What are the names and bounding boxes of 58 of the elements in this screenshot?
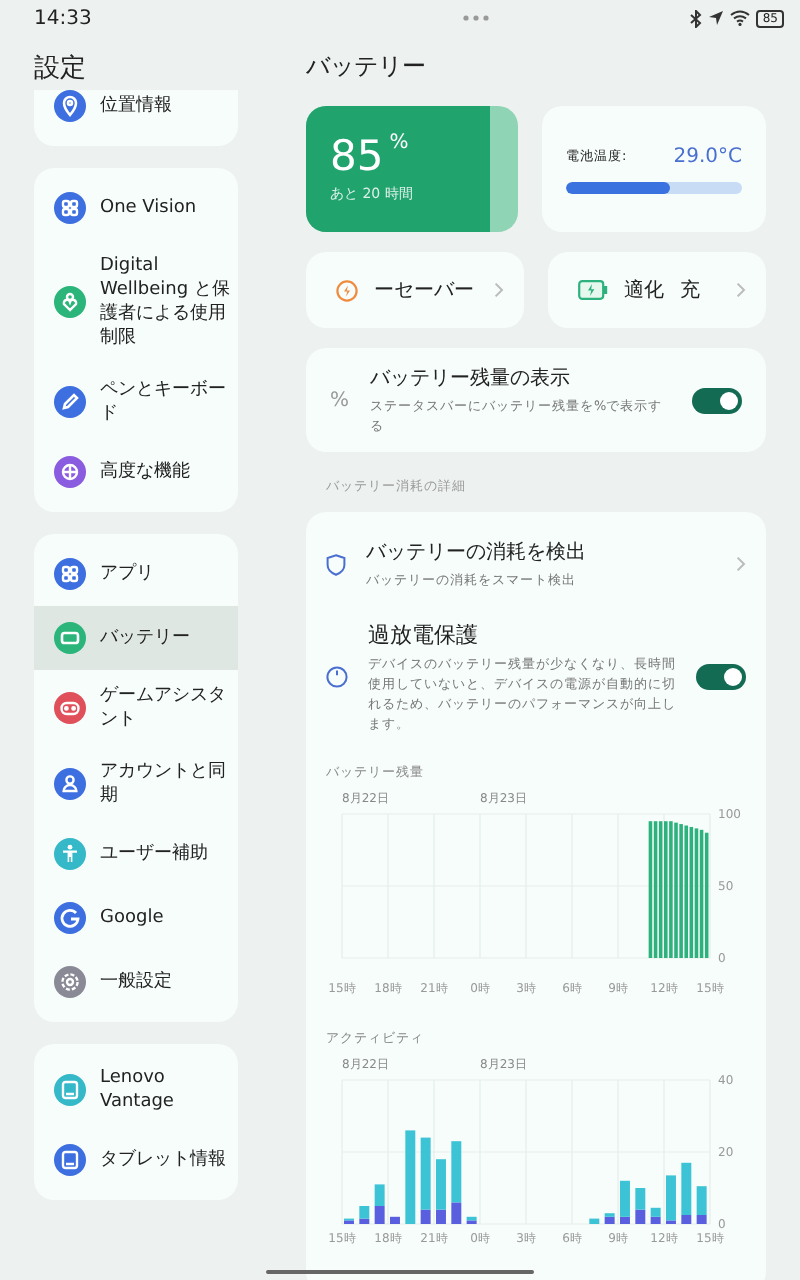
menu-item-label: ペンとキーボード bbox=[100, 378, 228, 426]
menu-item[interactable]: Digital Wellbeing と保護者による使用制限 bbox=[34, 240, 238, 364]
chart-bar bbox=[390, 1216, 400, 1224]
temperature-value: 29.0°C bbox=[673, 145, 742, 167]
menu-item-label: ユーザー補助 bbox=[100, 842, 208, 866]
page-title: バッテリー bbox=[306, 50, 428, 84]
menu-item[interactable]: ペンとキーボード bbox=[34, 364, 238, 440]
chevron-right-icon bbox=[494, 282, 504, 298]
lightning-icon bbox=[336, 279, 358, 301]
menu-item[interactable]: One Vision bbox=[34, 176, 238, 240]
menu-item[interactable]: 一般設定 bbox=[34, 950, 238, 1014]
power-icon bbox=[326, 666, 348, 688]
menu-item-label: 一般設定 bbox=[100, 970, 172, 994]
chart-bar bbox=[405, 1130, 416, 1224]
location-arrow-icon bbox=[708, 10, 725, 26]
menu-item-label: Digital Wellbeing と保護者による使用制限 bbox=[100, 254, 230, 350]
percent-icon: % bbox=[330, 389, 354, 411]
menu-item-label: アカウントと同期 bbox=[100, 760, 228, 808]
menu-item-label: One Vision bbox=[100, 196, 197, 220]
menu-item[interactable]: Google bbox=[34, 886, 238, 950]
menu-item-label: アプリ bbox=[100, 562, 154, 586]
setting-title: バッテリー残量の表示 bbox=[370, 365, 572, 392]
percent-unit: % bbox=[389, 132, 409, 154]
setting-title: 過放電保護 bbox=[368, 620, 480, 650]
battery-charge-icon bbox=[578, 280, 608, 300]
shortcut-label: 適化 bbox=[624, 277, 664, 304]
chart-bar bbox=[589, 1218, 600, 1224]
more-dots-icon bbox=[462, 14, 491, 22]
battery-percent: 85 bbox=[330, 132, 384, 180]
menu-item[interactable]: ゲームアシスタント bbox=[34, 670, 238, 746]
status-time: 14:33 bbox=[34, 7, 92, 29]
menu-item-label: 高度な機能 bbox=[100, 460, 190, 484]
shortcut-label: ーセーバー bbox=[374, 278, 474, 304]
sidebar-title: 設定 bbox=[32, 52, 88, 88]
wifi-icon bbox=[730, 10, 751, 26]
toggle-switch[interactable] bbox=[692, 387, 742, 413]
bluetooth-icon bbox=[690, 9, 703, 27]
shortcut-card[interactable]: ーセーバー bbox=[306, 252, 524, 328]
shortcut-card[interactable]: 適化 充 bbox=[548, 252, 766, 328]
menu-item-label: 位置情報 bbox=[100, 94, 172, 118]
menu-item[interactable]: アカウントと同期 bbox=[34, 746, 238, 822]
chevron-right-icon bbox=[736, 282, 746, 298]
shield-icon bbox=[326, 553, 346, 575]
menu-item-label: Lenovo Vantage bbox=[100, 1066, 176, 1114]
menu-item[interactable]: 位置情報 bbox=[34, 90, 238, 138]
menu-item[interactable]: 高度な機能 bbox=[34, 440, 238, 504]
menu-item[interactable]: ユーザー補助 bbox=[34, 822, 238, 886]
menu-item[interactable]: タブレット情報 bbox=[34, 1128, 238, 1192]
menu-item[interactable]: バッテリー bbox=[34, 606, 238, 670]
menu-item[interactable]: Lenovo Vantage bbox=[34, 1052, 238, 1128]
menu-item[interactable]: アプリ bbox=[34, 542, 238, 606]
menu-item-label: Google bbox=[100, 906, 164, 930]
shortcut-label: 充 bbox=[680, 277, 700, 304]
menu-item-label: ゲームアシスタント bbox=[100, 684, 228, 732]
setting-title: バッテリーの消耗を検出 bbox=[366, 539, 588, 566]
toggle-switch[interactable] bbox=[696, 664, 746, 690]
menu-item-label: バッテリー bbox=[100, 626, 190, 650]
menu-item-label: タブレット情報 bbox=[100, 1148, 226, 1172]
